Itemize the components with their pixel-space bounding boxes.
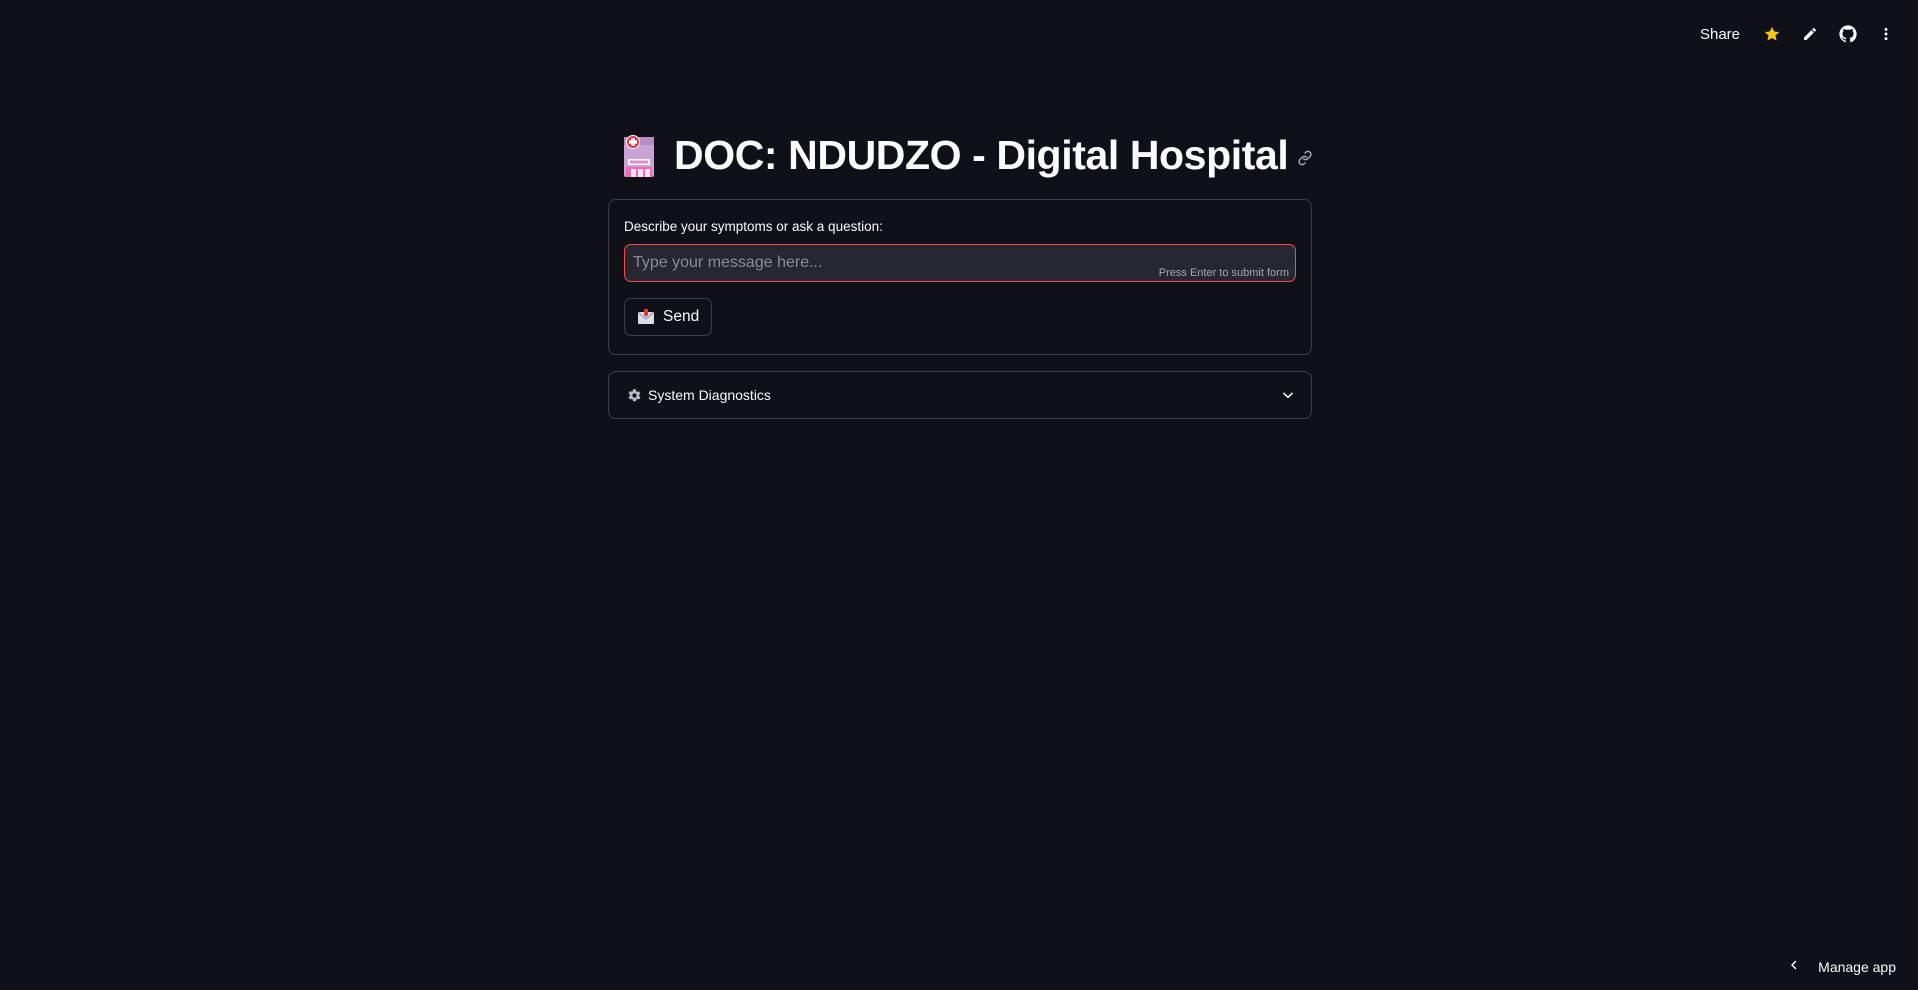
- system-diagnostics-expander[interactable]: System Diagnostics: [608, 371, 1312, 419]
- input-label: Describe your symptoms or ask a question…: [624, 219, 883, 234]
- main-content: DOC: NDUDZO - Digital Hospital Describe …: [608, 124, 1312, 419]
- symptom-form: Describe your symptoms or ask a question…: [608, 199, 1312, 355]
- more-vertical-icon[interactable]: [1876, 24, 1896, 44]
- send-button[interactable]: Send: [624, 298, 713, 336]
- page-header: DOC: NDUDZO - Digital Hospital: [608, 124, 1312, 186]
- chevron-left-icon: [1788, 958, 1800, 976]
- manage-app-label: Manage app: [1818, 959, 1896, 975]
- hospital-emoji-icon: [618, 131, 660, 179]
- share-button[interactable]: Share: [1696, 26, 1744, 43]
- top-toolbar: Share: [1696, 20, 1896, 48]
- link-icon[interactable]: [1296, 148, 1314, 168]
- message-input-container: Press Enter to submit form: [624, 244, 1296, 282]
- page-title: DOC: NDUDZO - Digital Hospital: [674, 131, 1289, 178]
- app-page: Share DOC: NDUDZO - Digital Hospital Des…: [0, 0, 1918, 990]
- chevron-down-icon: [1281, 388, 1295, 402]
- envelope-emoji-icon: [637, 309, 655, 325]
- github-icon[interactable]: [1838, 24, 1858, 44]
- send-button-label: Send: [663, 308, 700, 325]
- star-icon[interactable]: [1762, 24, 1782, 44]
- gear-icon: [627, 388, 642, 403]
- expander-label: System Diagnostics: [648, 387, 771, 403]
- edit-icon[interactable]: [1800, 24, 1820, 44]
- message-input[interactable]: [625, 245, 1295, 281]
- manage-app-button[interactable]: Manage app: [1788, 958, 1896, 976]
